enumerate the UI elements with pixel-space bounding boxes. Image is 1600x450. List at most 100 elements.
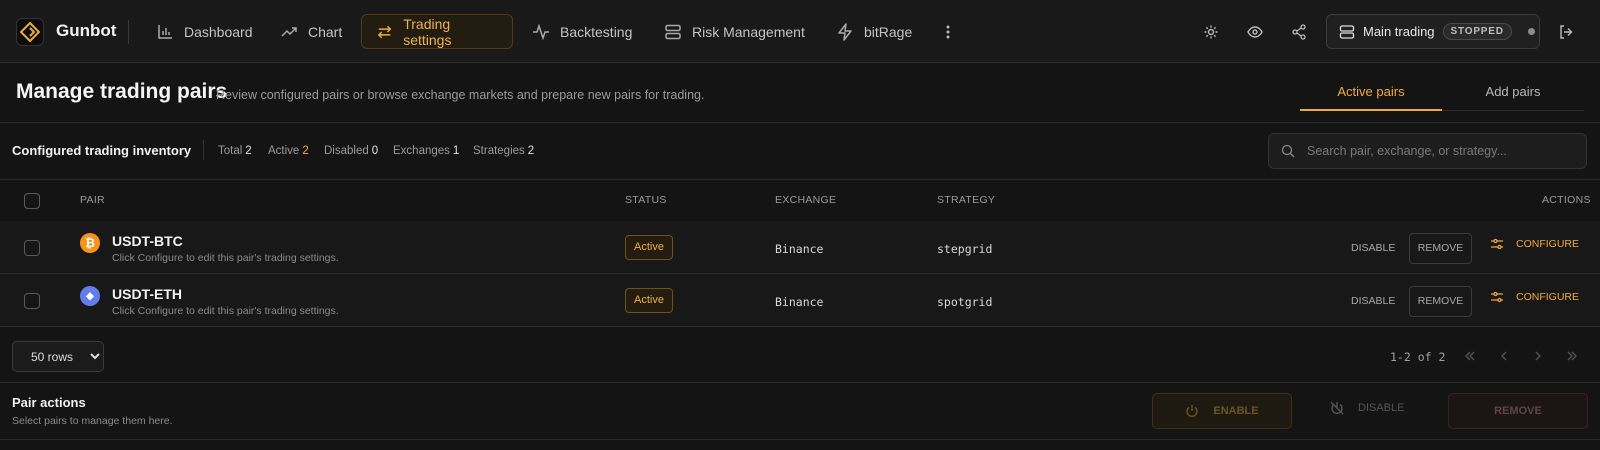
disable-label: DISABLE [1358,402,1405,414]
chevrons-right-icon [1567,351,1577,361]
pair-actions-subtitle: Select pairs to manage them here. [12,415,173,427]
more-vertical-icon [946,25,950,39]
column-header-strategy: STRATEGY [937,194,996,206]
table-row: ₿ USDT-BTC Click Configure to edit this … [0,221,1600,274]
visibility-button[interactable] [1244,21,1266,43]
trend-icon [281,26,297,37]
nav-label: bitRage [864,23,913,40]
server-icon [1339,24,1355,39]
row-checkbox[interactable] [24,240,40,256]
pair-actions-title: Pair actions [12,395,86,410]
last-page-button[interactable] [1564,348,1580,364]
stat-total: Total 2 [218,145,252,157]
pair-description: Click Configure to edit this pair's trad… [112,305,339,317]
column-header-status: STATUS [625,194,667,206]
status-badge: Active [625,235,673,260]
select-all-checkbox[interactable] [24,193,40,209]
eth-coin-icon: ◆ [80,286,100,306]
enable-label: ENABLE [1213,405,1259,417]
disable-button[interactable]: DISABLE [1351,295,1395,307]
share-icon [1292,24,1306,40]
divider [0,179,1600,180]
chevrons-left-icon [1465,351,1475,361]
share-button[interactable] [1288,21,1310,43]
chevron-right-icon [1535,351,1541,361]
status-dot [1527,28,1535,35]
gunbot-logo[interactable] [16,18,44,46]
logout-button[interactable] [1555,21,1577,43]
power-icon [1186,405,1199,417]
first-page-button[interactable] [1462,348,1478,364]
btc-coin-icon: ₿ [80,233,100,253]
sliders-icon [1491,291,1503,303]
top-navbar: Gunbot Dashboard Chart Trading settings … [0,0,1600,63]
search-input[interactable] [1307,144,1567,158]
nav-trading-settings[interactable]: Trading settings [361,14,513,49]
divider [0,382,1600,383]
stat-disabled: Disabled 0 [324,145,379,157]
settings-button[interactable] [1200,21,1222,43]
gear-icon [1204,25,1218,39]
search-icon [1281,144,1295,158]
sliders-icon [1491,238,1503,250]
bar-chart-icon [158,24,172,39]
page-info: 1-2 of 2 [1390,350,1446,364]
more-menu-button[interactable] [937,21,959,43]
status-badge: STOPPED [1442,23,1512,40]
lightning-icon [838,22,852,41]
nav-label: Risk Management [692,23,805,40]
divider [0,122,1600,123]
swap-arrows-icon [377,25,392,38]
trading-mode-selector[interactable]: Main trading STOPPED [1326,14,1540,49]
tab-add-pairs[interactable]: Add pairs [1442,76,1584,111]
nav-label: Backtesting [560,23,633,40]
stat-active: Active 2 [268,145,309,157]
strategy-name: stepgrid [937,242,993,256]
eye-icon [1247,26,1263,38]
column-header-actions: ACTIONS [1542,194,1591,206]
tab-active-pairs[interactable]: Active pairs [1300,76,1442,111]
configure-label: CONFIGURE [1516,238,1579,250]
status-badge: Active [625,288,673,313]
column-header-pair: PAIR [80,194,105,206]
pulse-icon [533,23,549,40]
bulk-enable-button[interactable]: ENABLE [1152,393,1292,429]
bulk-disable-button[interactable]: DISABLE [1330,401,1404,415]
nav-risk-management[interactable]: Risk Management [650,14,819,49]
logout-icon [1560,25,1573,39]
row-checkbox[interactable] [24,293,40,309]
chevron-left-icon [1501,351,1507,361]
strategy-name: spotgrid [937,295,993,309]
pair-description: Click Configure to edit this pair's trad… [112,252,339,264]
rows-per-page-select[interactable]: 50 rows [12,341,104,372]
configure-label: CONFIGURE [1516,291,1579,303]
column-header-exchange: EXCHANGE [775,194,837,206]
divider [203,140,204,160]
stat-strategies: Strategies 2 [473,145,535,157]
bulk-remove-button[interactable]: REMOVE [1448,393,1588,429]
disable-button[interactable]: DISABLE [1351,242,1395,254]
remove-button[interactable]: REMOVE [1409,233,1472,264]
pair-name: USDT-BTC [112,233,183,249]
divider [0,439,1600,440]
inventory-title: Configured trading inventory [12,143,192,158]
exchange-name: Binance [775,295,824,309]
configure-button[interactable]: CONFIGURE [1490,290,1579,304]
nav-label: Chart [308,23,343,40]
page-subtitle: Review configured pairs or browse exchan… [216,88,705,102]
table-row: ◆ USDT-ETH Click Configure to edit this … [0,274,1600,327]
server-icon [665,24,681,39]
nav-chart[interactable]: Chart [266,14,356,49]
divider [128,20,129,44]
nav-backtesting[interactable]: Backtesting [518,14,646,49]
stat-exchanges: Exchanges 1 [393,145,460,157]
next-page-button[interactable] [1530,348,1546,364]
nav-dashboard[interactable]: Dashboard [142,14,267,49]
nav-bitrage[interactable]: bitRage [822,14,926,49]
configure-button[interactable]: CONFIGURE [1490,237,1579,251]
search-box [1268,133,1587,169]
remove-button[interactable]: REMOVE [1409,286,1472,317]
prev-page-button[interactable] [1496,348,1512,364]
pair-name: USDT-ETH [112,286,182,302]
trading-mode-label: Main trading [1363,24,1435,39]
